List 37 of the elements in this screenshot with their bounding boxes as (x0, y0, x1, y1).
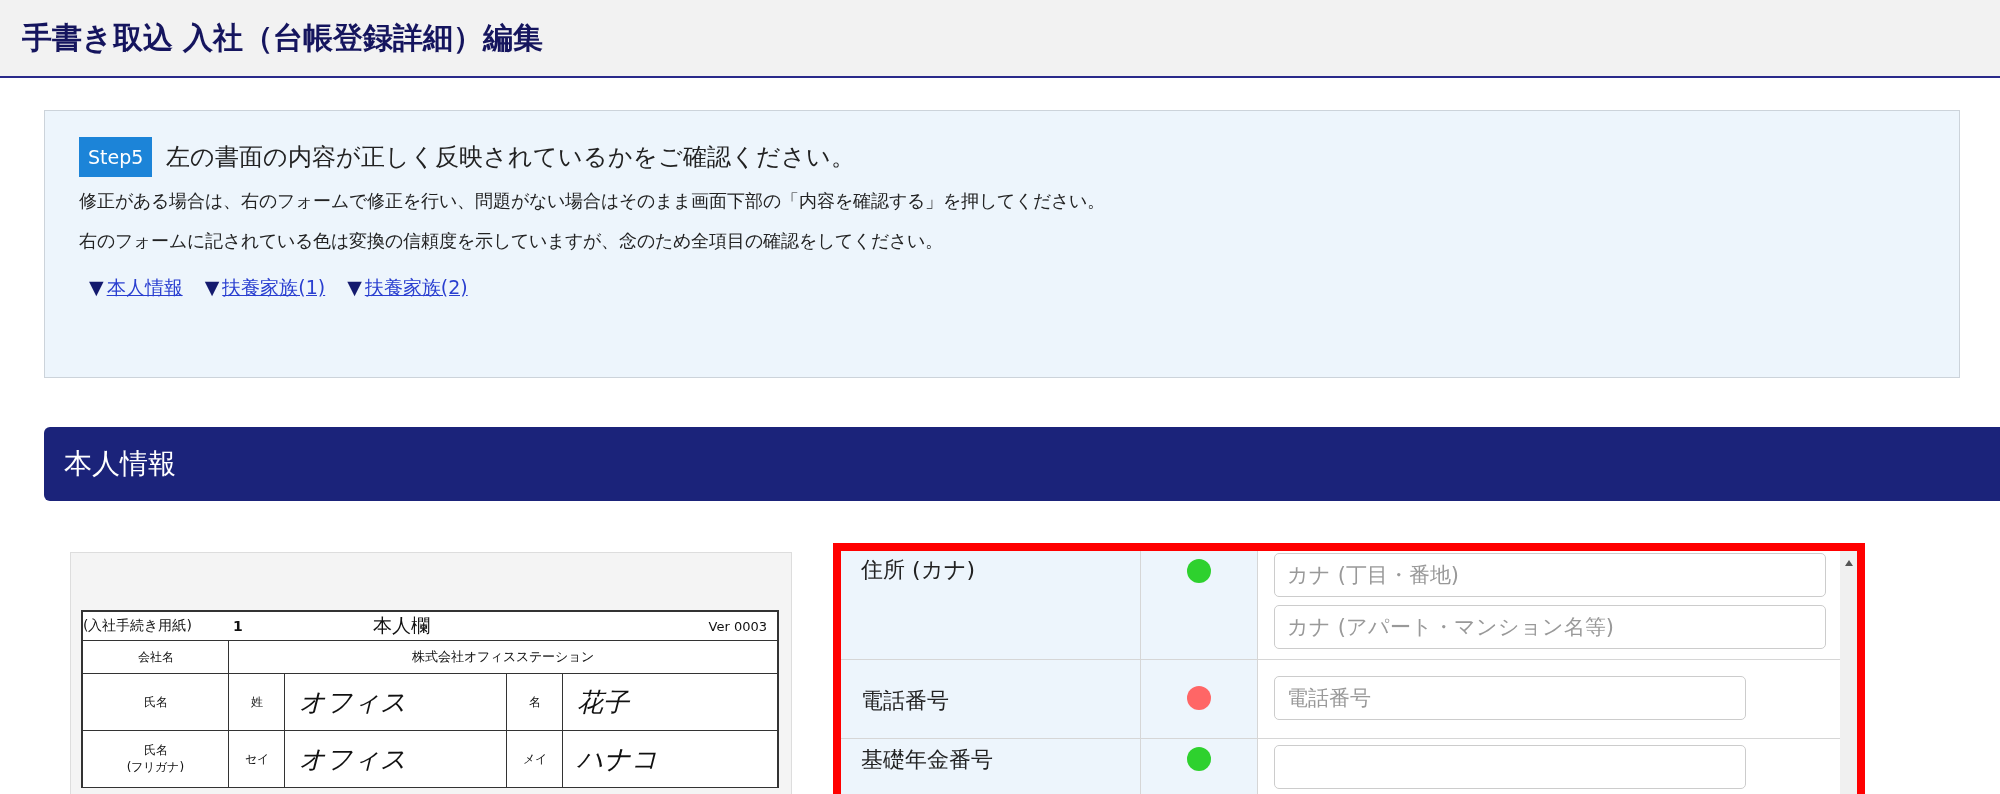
field-label: 住所 (カナ) (861, 557, 976, 582)
scrollbar[interactable] (1840, 551, 1857, 794)
table-cell-text: 株式会社オフィスステーション (411, 648, 595, 666)
notice-text: 修正がある場合は、右のフォームで修正を行い、問題がない場合はそのまま画面下部の「内容を確認する」を押してください。 (79, 189, 1106, 213)
form-name: (入社手続き用紙) (83, 617, 193, 635)
page-number: 1 (233, 618, 244, 634)
page-title: 手書き取込 入社（台帳登録詳細）編集 (22, 18, 544, 57)
triangle-marker: ▼ (204, 276, 220, 298)
anchor-link[interactable]: 扶養家族(1) (222, 275, 326, 301)
input-field[interactable] (1274, 745, 1746, 789)
notice-heading: 左の書面の内容が正しく反映されているかをご確認ください。 (166, 142, 856, 173)
notice-text: 右のフォームに記されている色は変換の信頼度を示していますが、念のため全項目の確認をしてください。 (79, 229, 944, 253)
field-label: 電話番号 (861, 688, 949, 713)
anchor-link[interactable]: 扶養家族(2) (364, 275, 468, 301)
table-cell: 名 (507, 674, 563, 730)
scroll-up-icon[interactable] (1843, 559, 1854, 567)
sheet-title: 本人欄 (373, 613, 431, 638)
table-cell: 氏名 (フリガナ) (83, 731, 229, 787)
triangle-marker: ▼ (89, 276, 104, 298)
table-cell: メイ (507, 731, 563, 787)
handwritten-text: 花子 (576, 685, 631, 719)
field-label: 基礎年金番号 (861, 747, 993, 772)
handwritten-text: ハナコ (576, 742, 659, 776)
version-label: Ver 0003 (708, 618, 767, 634)
input-field[interactable]: カナ (丁目・番地) (1274, 553, 1826, 597)
handwritten-text: オフィス (285, 674, 507, 730)
step-badge: Step5 (79, 137, 153, 177)
input-field[interactable]: カナ (アパート・マンション名等) (1274, 605, 1826, 649)
anchor-link[interactable]: 本人情報 (106, 275, 183, 301)
table-cell: 姓 (229, 674, 285, 730)
table-cell: セイ (229, 731, 285, 787)
triangle-marker: ▼ (347, 276, 362, 298)
table-cell: 氏名 (83, 674, 229, 730)
input-field[interactable]: 電話番号 (1274, 676, 1746, 720)
table-cell: 会社名 (83, 641, 229, 673)
section-title: 本人情報 (64, 446, 176, 482)
handwritten-text: オフィス (285, 731, 507, 787)
